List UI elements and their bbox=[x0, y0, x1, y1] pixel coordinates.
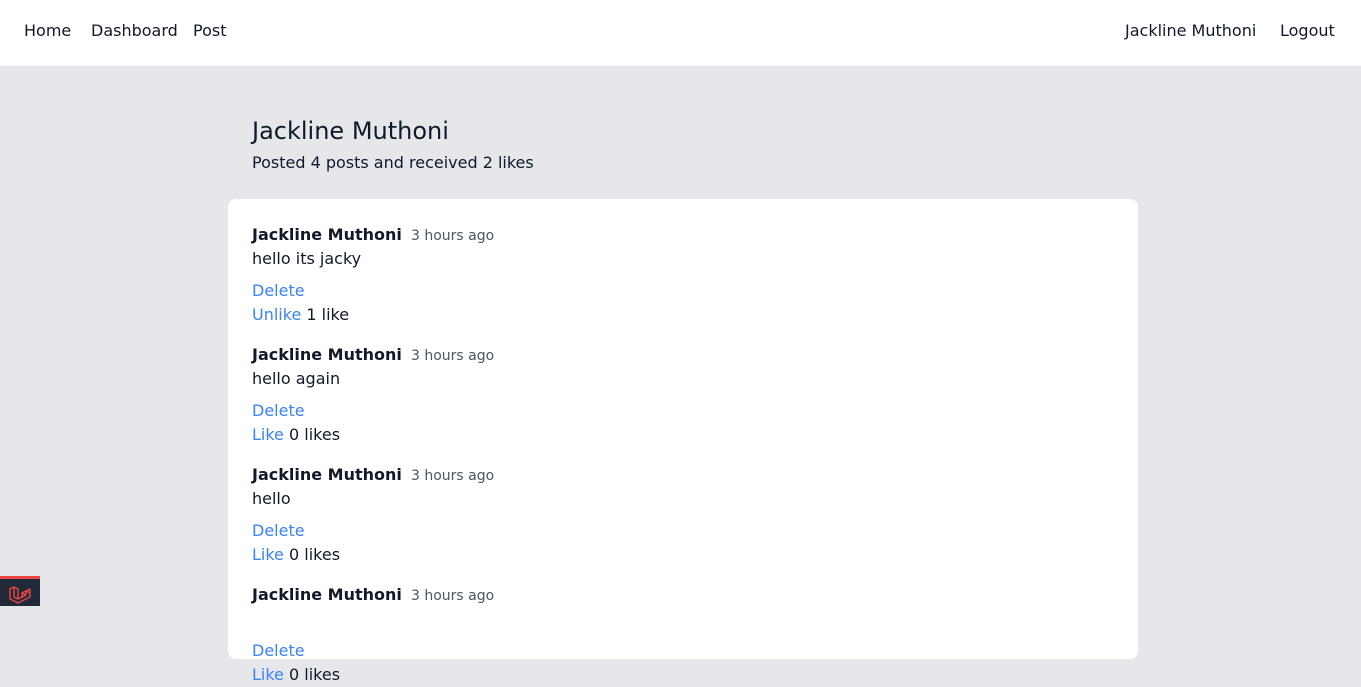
nav-home-link[interactable]: Home bbox=[24, 21, 71, 41]
post-author[interactable]: Jackline Muthoni bbox=[252, 225, 402, 244]
like-button[interactable]: Like bbox=[252, 545, 284, 564]
delete-post-button[interactable]: Delete bbox=[252, 519, 305, 543]
post-author[interactable]: Jackline Muthoni bbox=[252, 345, 402, 364]
post-like-row: Like 0 likes bbox=[252, 543, 340, 567]
delete-post-button[interactable]: Delete bbox=[252, 399, 305, 423]
top-navbar: Home Dashboard Post Jackline Muthoni Log… bbox=[0, 0, 1361, 67]
posts-card: Jackline Muthoni 3 hours ago hello its j… bbox=[228, 199, 1138, 684]
post-time: 3 hours ago bbox=[410, 228, 495, 244]
like-button[interactable]: Like bbox=[252, 425, 284, 444]
profile-stats: Posted 4 posts and received 2 likes bbox=[252, 153, 534, 172]
post-header: Jackline Muthoni 3 hours ago bbox=[252, 463, 494, 488]
like-count: 0 likes bbox=[289, 425, 341, 444]
post-header: Jackline Muthoni 3 hours ago bbox=[252, 223, 494, 248]
delete-post-button[interactable]: Delete bbox=[252, 639, 305, 663]
like-count: 0 likes bbox=[289, 665, 341, 684]
debugbar-toggle[interactable] bbox=[0, 576, 40, 606]
post-time: 3 hours ago bbox=[410, 468, 495, 484]
delete-post-button[interactable]: Delete bbox=[252, 279, 305, 303]
post-like-row: Unlike 1 like bbox=[252, 303, 349, 327]
post-body: hello its jacky bbox=[252, 249, 362, 268]
nav-user-link[interactable]: Jackline Muthoni bbox=[1125, 21, 1256, 41]
like-button[interactable]: Like bbox=[252, 665, 284, 684]
post-time: 3 hours ago bbox=[410, 348, 495, 364]
post-body: hello bbox=[252, 489, 291, 508]
post-like-row: Like 0 likes bbox=[252, 423, 340, 447]
nav-logout-link[interactable]: Logout bbox=[1280, 21, 1335, 41]
like-count: 1 like bbox=[306, 305, 350, 324]
nav-dashboard-link[interactable]: Dashboard bbox=[91, 21, 178, 41]
post-author[interactable]: Jackline Muthoni bbox=[252, 465, 402, 484]
post-time: 3 hours ago bbox=[410, 588, 495, 604]
profile-name: Jackline Muthoni bbox=[252, 117, 449, 145]
unlike-button[interactable]: Unlike bbox=[252, 305, 301, 324]
post-header: Jackline Muthoni 3 hours ago bbox=[252, 583, 494, 608]
post-body: hello again bbox=[252, 369, 341, 388]
post-like-row: Like 0 likes bbox=[252, 663, 340, 687]
post-header: Jackline Muthoni 3 hours ago bbox=[252, 343, 494, 368]
nav-post-link[interactable]: Post bbox=[193, 21, 226, 41]
like-count: 0 likes bbox=[289, 545, 341, 564]
laravel-logo-icon bbox=[9, 586, 31, 604]
post-author[interactable]: Jackline Muthoni bbox=[252, 585, 402, 604]
